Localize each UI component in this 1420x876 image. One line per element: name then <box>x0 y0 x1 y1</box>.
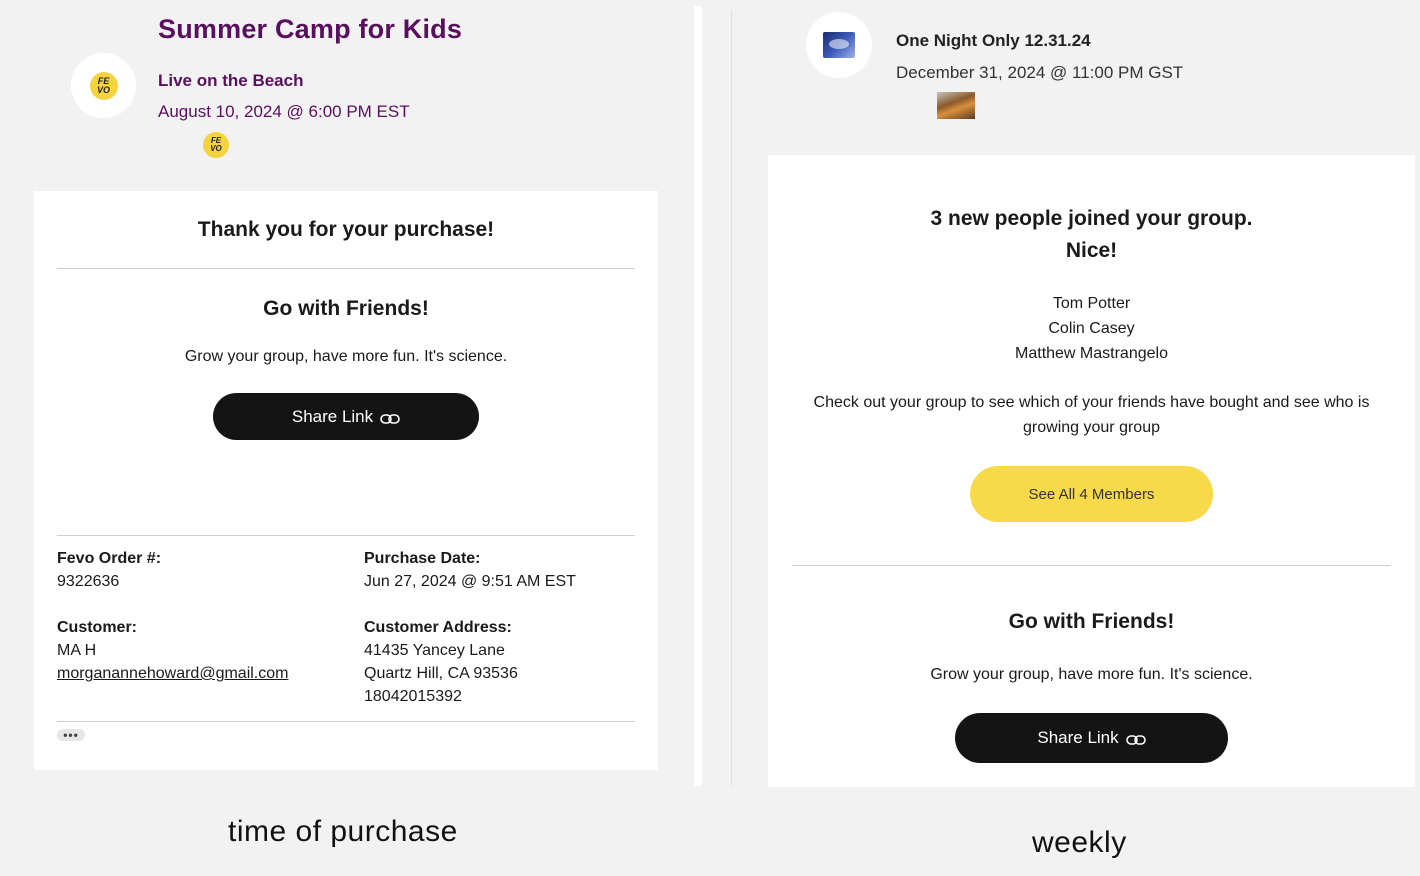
link-icon <box>1125 735 1146 745</box>
purchase-email-card: Thank you for your purchase! Go with Fri… <box>34 191 658 770</box>
check-out-text-line1: Check out your group to see which of you… <box>813 394 1370 411</box>
purchase-date-value: Jun 27, 2024 @ 9:51 AM EST <box>364 573 576 590</box>
see-all-members-button[interactable]: See All 4 Members <box>970 466 1213 522</box>
customer-address-label: Customer Address: <box>364 619 512 636</box>
event-avatar: FE VO <box>71 53 136 118</box>
event-datetime: August 10, 2024 @ 6:00 PM EST <box>158 102 410 121</box>
panel-divider-thin <box>731 10 732 786</box>
customer-name: MA H <box>57 642 97 659</box>
go-with-friends-heading: Go with Friends! <box>263 297 429 320</box>
member-name: Tom Potter <box>1052 295 1131 312</box>
fevo-logo-icon: FE VO <box>203 132 229 158</box>
event-title: Summer Camp for Kids <box>158 14 463 44</box>
link-icon <box>380 413 400 424</box>
event-title: One Night Only 12.31.24 <box>896 31 1091 50</box>
caption-time-of-purchase: time of purchase <box>228 815 458 848</box>
tagline: Grow your group, have more fun. It's sci… <box>930 666 1253 683</box>
divider <box>792 565 1391 566</box>
address-phone: 18042015392 <box>364 688 462 705</box>
order-label: Fevo Order #: <box>57 550 162 567</box>
caption-weekly: weekly <box>1032 826 1127 859</box>
see-all-members-label: See All 4 Members <box>1028 485 1155 503</box>
group-headline-line2: Nice! <box>1065 239 1118 262</box>
weekly-email-card: 3 new people joined your group. Nice! To… <box>768 155 1415 787</box>
logo-text-bottom: VO <box>210 144 222 153</box>
divider <box>57 535 635 536</box>
fevo-logo-icon: FE VO <box>89 71 118 100</box>
group-headline-line1: 3 new people joined your group. <box>930 207 1253 230</box>
go-with-friends-heading: Go with Friends! <box>1008 610 1175 633</box>
member-name: Matthew Mastrangelo <box>1015 345 1168 362</box>
panel-divider <box>694 6 702 786</box>
purchase-date-label: Purchase Date: <box>364 550 481 567</box>
food-thumbnail-icon <box>937 92 975 119</box>
share-link-label: Share Link <box>291 406 374 426</box>
share-link-button[interactable]: Share Link <box>955 713 1228 763</box>
customer-email-link[interactable]: morganannehoward@gmail.com <box>57 665 288 683</box>
logo-text-bottom: VO <box>96 84 110 95</box>
thank-you-heading: Thank you for your purchase! <box>197 218 495 241</box>
check-out-text-line2: growing your group <box>1023 419 1160 436</box>
event-subtitle: Live on the Beach <box>158 71 304 90</box>
event-datetime: December 31, 2024 @ 11:00 PM GST <box>896 63 1184 82</box>
customer-label: Customer: <box>57 619 138 636</box>
divider <box>57 721 635 722</box>
divider <box>57 268 635 269</box>
address-line-1: 41435 Yancey Lane <box>364 642 505 659</box>
share-link-button[interactable]: Share Link <box>213 393 479 440</box>
address-line-2: Quartz Hill, CA 93536 <box>364 665 518 682</box>
event-thumbnail-icon <box>823 32 855 58</box>
member-name: Colin Casey <box>1048 320 1135 337</box>
share-link-label: Share Link <box>1037 728 1119 747</box>
order-value: 9322636 <box>57 573 120 590</box>
tagline: Grow your group, have more fun. It's sci… <box>184 348 508 365</box>
event-avatar <box>806 12 872 78</box>
more-dots-icon[interactable]: ••• <box>57 729 85 741</box>
